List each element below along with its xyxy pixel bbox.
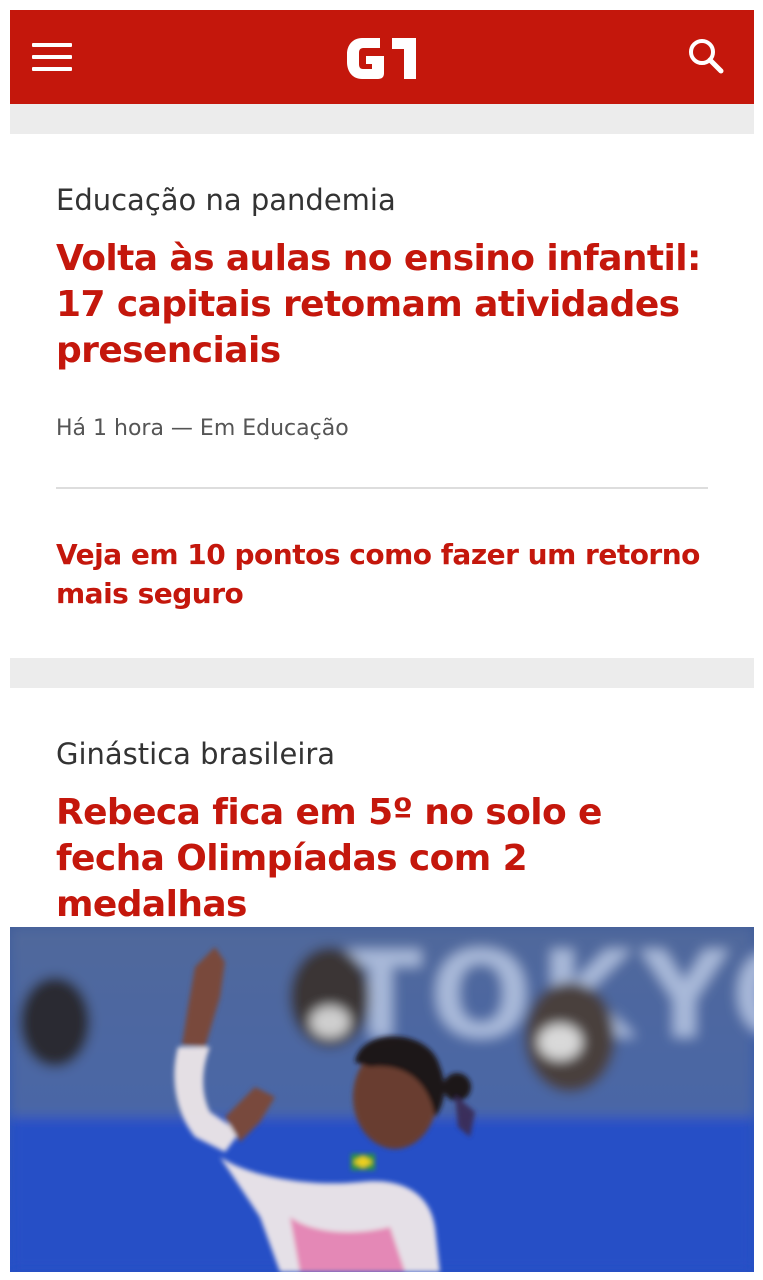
divider — [56, 487, 708, 489]
article-kicker: Educação na pandemia — [56, 183, 396, 217]
section-separator — [10, 104, 754, 134]
article-headline-wrap: Volta às aulas no ensino infantil: 17 ca… — [56, 236, 708, 374]
article-headline[interactable]: Rebeca fica em 5º no solo e fecha Olimpí… — [56, 790, 708, 928]
g1-logo[interactable]: G1 — [344, 34, 422, 82]
article-meta: Há 1 hora — Em Educação — [56, 416, 349, 441]
article-headline-wrap: Rebeca fica em 5º no solo e fecha Olimpí… — [56, 790, 708, 928]
hamburger-menu-icon[interactable] — [32, 43, 72, 71]
article-photo[interactable]: TOKYO — [10, 927, 754, 1272]
section-separator — [10, 658, 754, 688]
related-article-link[interactable]: Veja em 10 pontos como fazer um retorno … — [56, 535, 708, 613]
article-headline[interactable]: Volta às aulas no ensino infantil: 17 ca… — [56, 236, 708, 374]
article-card: Ginástica brasileira — [56, 736, 708, 772]
article-card: Educação na pandemia — [56, 182, 708, 218]
article-kicker: Ginástica brasileira — [56, 737, 336, 771]
search-icon[interactable] — [686, 36, 726, 76]
top-bar: G1 — [10, 10, 754, 104]
article-meta-wrap: Há 1 hora — Em Educação — [56, 416, 708, 441]
related-link-wrap: Veja em 10 pontos como fazer um retorno … — [56, 535, 708, 613]
app-frame: G1 Educação na pandemia Volta às aulas n… — [10, 10, 754, 1272]
